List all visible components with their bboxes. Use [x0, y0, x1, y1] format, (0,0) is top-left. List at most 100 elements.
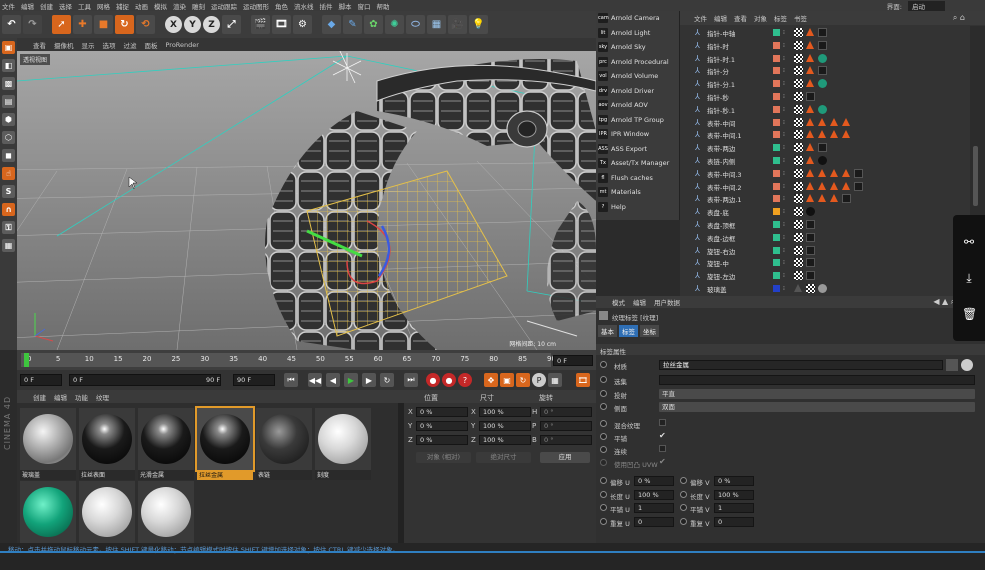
layer-color-swatch[interactable]	[773, 285, 780, 292]
coord-system-icon[interactable]: ⤢	[222, 15, 241, 34]
menu-item[interactable]: 脚本	[339, 1, 352, 11]
material-item[interactable]: 拉丝金属	[195, 406, 255, 480]
menu-item[interactable]: 窗口	[358, 1, 371, 11]
object-row[interactable]: ⅄ 指针-中轴 ⁝	[680, 26, 970, 39]
material-tag-icon[interactable]	[818, 66, 827, 76]
uv-radio[interactable]	[680, 477, 687, 484]
uv-tag-icon[interactable]	[794, 104, 803, 114]
object-menu-item[interactable]: 书签	[794, 13, 807, 23]
visibility-dots[interactable]: ⁝	[783, 144, 785, 151]
coord-size-field[interactable]: 100 %	[479, 421, 531, 431]
object-menu-item[interactable]: 对象	[754, 13, 767, 23]
material-tag-icon[interactable]	[842, 194, 851, 204]
undo-icon[interactable]: ↶	[2, 15, 21, 34]
object-row[interactable]: ⅄ 表带-两边.1 ⁝	[680, 192, 970, 205]
visibility-dots[interactable]: ⁝	[783, 29, 785, 36]
mix-radio[interactable]	[600, 420, 607, 427]
apply-button[interactable]: 应用	[540, 452, 590, 463]
material-tag-icon[interactable]	[854, 181, 863, 191]
phong-tag-icon[interactable]	[818, 117, 826, 126]
visibility-dots[interactable]: ⁝	[783, 55, 785, 62]
timeline-window-icon[interactable]: 🎞	[576, 373, 590, 387]
object-row[interactable]: ⅄ 玻璃盖 ⁝	[680, 282, 970, 295]
timeline-end-frame[interactable]: 0 F	[553, 355, 593, 366]
uv-tag-icon[interactable]	[794, 28, 803, 37]
layer-color-swatch[interactable]	[773, 144, 780, 152]
viewport-menu-item[interactable]: ProRender	[166, 41, 199, 49]
material-menu-item[interactable]: 纹理	[96, 392, 109, 402]
material-menu-item[interactable]: 功能	[75, 392, 88, 402]
arnold-menu-item[interactable]: vol Arnold Volume	[596, 69, 679, 84]
uvw-checkbox[interactable]: ✔	[659, 457, 666, 466]
layer-color-swatch[interactable]	[773, 272, 780, 280]
phong-tag-icon[interactable]	[806, 117, 814, 126]
uv-field-v[interactable]: 0	[714, 516, 754, 527]
seamless-radio[interactable]	[600, 446, 607, 453]
key-pla-icon[interactable]: ▦	[548, 373, 562, 387]
menu-item[interactable]: 插件	[320, 1, 333, 11]
coord-position-field[interactable]: 0 %	[416, 407, 468, 417]
uv-tag-icon[interactable]	[794, 156, 803, 165]
uv-tag-icon[interactable]	[794, 40, 803, 50]
material-menu-item[interactable]: 编辑	[54, 392, 67, 402]
phong-tag-icon[interactable]	[830, 168, 838, 177]
layer-color-swatch[interactable]	[773, 221, 780, 228]
visibility-dots[interactable]: ⁝	[783, 119, 785, 126]
arnold-menu-item[interactable]: IPR IPR Window	[596, 127, 679, 142]
phong-tag-icon[interactable]	[830, 194, 838, 203]
tile-checkbox[interactable]: ✔	[659, 431, 666, 440]
uv-radio[interactable]	[680, 490, 687, 498]
projection-radio[interactable]	[600, 390, 607, 397]
layer-color-swatch[interactable]	[773, 208, 780, 216]
menu-item[interactable]: 帮助	[377, 1, 390, 11]
menu-item[interactable]: 模拟	[154, 1, 167, 11]
viewport-menu-item[interactable]: 摄像机	[54, 40, 74, 50]
layer-color-swatch[interactable]	[773, 118, 780, 126]
phong-tag-icon[interactable]	[842, 117, 850, 126]
viewport[interactable]: 透视视图 ✥ ⇕ ◫ ▢ 网格间距: 10 cm	[17, 51, 596, 350]
grid-icon[interactable]: ▦	[2, 239, 15, 252]
max-frame-field[interactable]: 90 F	[233, 374, 275, 386]
coord-size-field[interactable]: 100 %	[479, 407, 531, 417]
uv-tag-icon[interactable]	[794, 117, 803, 127]
arnold-menu-item[interactable]: fl Flush caches	[596, 171, 679, 186]
visibility-dots[interactable]: ⁝	[783, 170, 785, 177]
cube-icon[interactable]: ◆	[322, 15, 341, 34]
object-row[interactable]: ⅄ 指针-分.1 ⁝	[680, 77, 970, 90]
material-tag-icon[interactable]	[818, 143, 827, 153]
layer-color-swatch[interactable]	[773, 246, 780, 254]
uv-field-u[interactable]: 0 %	[634, 476, 674, 486]
uv-tag-icon[interactable]	[794, 181, 803, 191]
download-icon[interactable]: ⤓	[962, 271, 976, 285]
edges-mode-icon[interactable]: ⬡	[2, 131, 15, 144]
material-field[interactable]: 拉丝金属	[659, 360, 943, 370]
visibility-dots[interactable]: ⁝	[783, 80, 785, 87]
uv-tag-icon[interactable]	[794, 66, 803, 76]
menu-item[interactable]: 选择	[59, 1, 72, 11]
visibility-dots[interactable]: ⁝	[783, 247, 785, 254]
key-scale-icon[interactable]: ▣	[500, 373, 514, 387]
phong-tag-icon[interactable]	[818, 130, 826, 139]
object-row[interactable]: ⅄ 表盘-底 ⁝	[680, 205, 970, 218]
layer-color-swatch[interactable]	[773, 105, 780, 113]
arnold-menu-item[interactable]: Tx Asset/Tx Manager	[596, 156, 679, 171]
goto-end-icon[interactable]: ⏭	[404, 373, 418, 387]
autokey-icon[interactable]: ●	[442, 373, 456, 387]
material-tag-icon[interactable]	[818, 53, 827, 63]
material-radio[interactable]	[600, 361, 607, 368]
uv-tag-icon[interactable]	[794, 168, 803, 178]
visibility-dots[interactable]: ⁝	[783, 208, 785, 215]
layer-color-swatch[interactable]	[773, 169, 780, 177]
phong-tag-icon[interactable]	[806, 104, 814, 113]
material-item[interactable]: 玻璃盖	[20, 408, 76, 480]
attributes-subtab[interactable]: 标签	[619, 325, 638, 337]
layer-color-swatch[interactable]	[773, 233, 780, 241]
menu-item[interactable]: 编辑	[21, 1, 34, 11]
polygons-mode-icon[interactable]: ◼	[2, 149, 15, 162]
render-settings-icon[interactable]: ⚙	[293, 15, 312, 34]
uv-tag-icon[interactable]	[806, 284, 815, 293]
record-icon[interactable]: ●	[426, 373, 440, 387]
material-item[interactable]: 刻度	[315, 408, 371, 480]
visibility-dots[interactable]: ⁝	[783, 259, 785, 266]
viewport-menu-item[interactable]: 显示	[82, 40, 95, 50]
